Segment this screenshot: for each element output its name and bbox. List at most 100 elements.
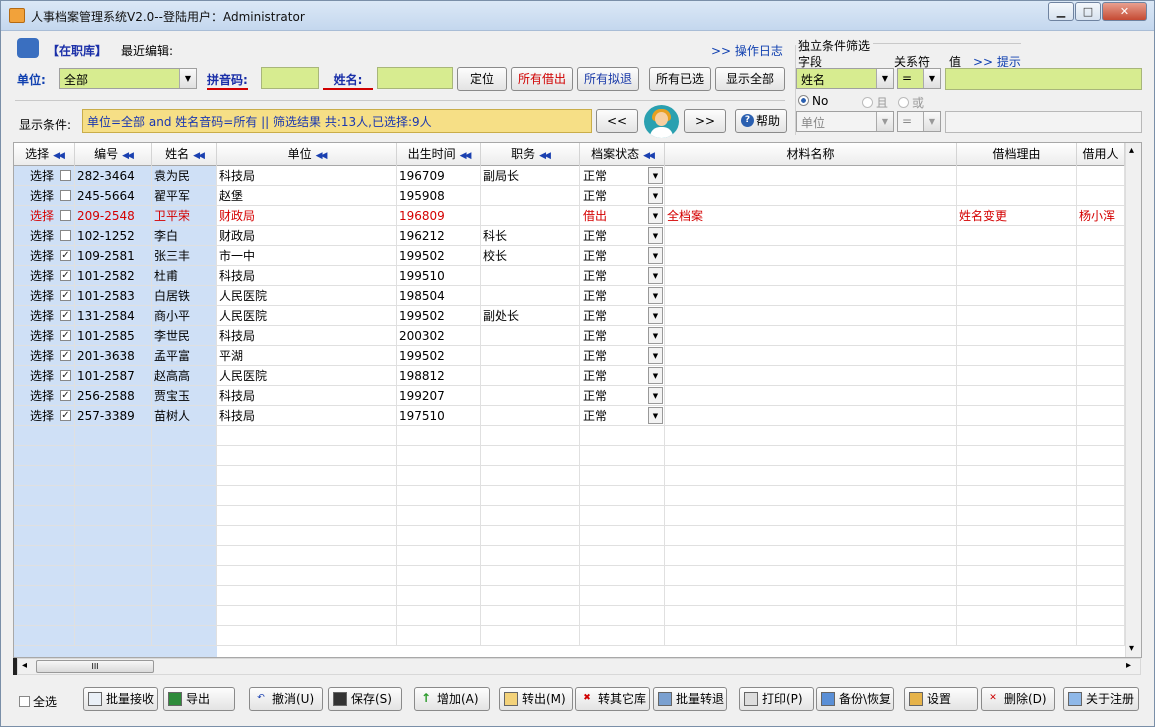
- scroll-thumb[interactable]: III: [36, 660, 154, 673]
- filter-field-select[interactable]: 姓名 ▼: [796, 68, 894, 89]
- filter-value-input[interactable]: [945, 68, 1142, 90]
- table-row[interactable]: [14, 526, 1125, 546]
- minimize-button[interactable]: ▁: [1048, 2, 1074, 21]
- cell-status[interactable]: 正常 ▼: [580, 246, 665, 266]
- filter-value2-input[interactable]: [945, 111, 1142, 133]
- table-row[interactable]: [14, 626, 1125, 646]
- cell-sel[interactable]: [14, 586, 75, 606]
- cell-status[interactable]: 正常 ▼: [580, 346, 665, 366]
- scroll-up-icon[interactable]: ▴: [1129, 145, 1134, 156]
- cell-sel[interactable]: 选择 ✓: [14, 306, 75, 326]
- status-dropdown-icon[interactable]: ▼: [648, 327, 663, 344]
- status-dropdown-icon[interactable]: ▼: [648, 367, 663, 384]
- about-register-button[interactable]: 关于注册: [1063, 687, 1139, 711]
- sort-arrow-icon[interactable]: ◀◀: [539, 151, 551, 161]
- status-dropdown-icon[interactable]: ▼: [648, 347, 663, 364]
- cell-sel[interactable]: [14, 606, 75, 626]
- scroll-left-icon[interactable]: ◂: [22, 660, 27, 671]
- add-button[interactable]: ↑ 增加(A): [414, 687, 490, 711]
- cell-sel[interactable]: [14, 446, 75, 466]
- column-header-material[interactable]: 材料名称: [665, 143, 957, 166]
- cell-status[interactable]: [580, 486, 665, 506]
- all-retire-button[interactable]: 所有拟退: [577, 67, 639, 91]
- sort-arrow-icon[interactable]: ◀◀: [193, 151, 205, 161]
- name-input[interactable]: [377, 67, 453, 89]
- close-button[interactable]: ✕: [1102, 2, 1147, 21]
- scroll-right-icon[interactable]: ▸: [1126, 660, 1131, 671]
- cell-sel[interactable]: [14, 506, 75, 526]
- status-dropdown-icon[interactable]: ▼: [648, 227, 663, 244]
- cell-status[interactable]: [580, 546, 665, 566]
- cell-status[interactable]: [580, 566, 665, 586]
- filter-relation-select[interactable]: = ▼: [897, 68, 941, 89]
- cell-status[interactable]: [580, 586, 665, 606]
- settings-button[interactable]: 设置: [904, 687, 978, 711]
- status-dropdown-icon[interactable]: ▼: [648, 247, 663, 264]
- table-row[interactable]: [14, 426, 1125, 446]
- cell-sel[interactable]: [14, 626, 75, 646]
- delete-button[interactable]: ✕ 删除(D): [981, 687, 1055, 711]
- cell-status[interactable]: 正常 ▼: [580, 266, 665, 286]
- maximize-button[interactable]: □: [1075, 2, 1101, 21]
- table-row[interactable]: 选择 ✓ 101-2582 杜甫 科技局 199510 正常 ▼: [14, 266, 1125, 286]
- next-button[interactable]: >>: [684, 109, 726, 133]
- radio-no[interactable]: No: [798, 94, 828, 108]
- filter-relation2-select[interactable]: = ▼: [897, 111, 941, 132]
- row-checkbox[interactable]: ✓: [60, 370, 71, 381]
- table-row[interactable]: 选择 209-2548 卫平荣 财政局 196809 借出 ▼ 全档案 姓名变更 杨小浑: [14, 206, 1125, 226]
- all-borrowed-button[interactable]: 所有借出: [511, 67, 573, 91]
- column-header-name[interactable]: 姓名 ◀◀: [152, 143, 217, 166]
- help-button[interactable]: ? 帮助: [735, 109, 787, 133]
- cell-sel[interactable]: [14, 566, 75, 586]
- row-checkbox[interactable]: [60, 170, 71, 181]
- row-checkbox[interactable]: ✓: [60, 290, 71, 301]
- row-checkbox[interactable]: ✓: [60, 270, 71, 281]
- table-row[interactable]: [14, 546, 1125, 566]
- batch-receive-button[interactable]: 批量接收: [83, 687, 158, 711]
- operation-log-link[interactable]: >> 操作日志: [711, 42, 783, 59]
- pinyin-input[interactable]: [261, 67, 319, 89]
- sort-arrow-icon[interactable]: ◀◀: [316, 151, 328, 161]
- status-dropdown-icon[interactable]: ▼: [648, 267, 663, 284]
- print-button[interactable]: 打印(P): [739, 687, 814, 711]
- radio-and[interactable]: 且: [862, 94, 888, 111]
- table-row[interactable]: 选择 245-5664 翟平军 赵堡 195908 正常 ▼: [14, 186, 1125, 206]
- cell-sel[interactable]: 选择 ✓: [14, 246, 75, 266]
- column-header-unit[interactable]: 单位 ◀◀: [217, 143, 397, 166]
- cell-sel[interactable]: 选择 ✓: [14, 326, 75, 346]
- transfer-other-button[interactable]: ✖ 转其它库: [575, 687, 650, 711]
- cell-status[interactable]: 正常 ▼: [580, 366, 665, 386]
- row-checkbox[interactable]: ✓: [60, 390, 71, 401]
- cell-status[interactable]: 正常 ▼: [580, 286, 665, 306]
- column-header-status[interactable]: 档案状态 ◀◀: [580, 143, 665, 166]
- status-dropdown-icon[interactable]: ▼: [648, 387, 663, 404]
- row-checkbox[interactable]: ✓: [60, 250, 71, 261]
- column-header-borrower[interactable]: 借用人: [1077, 143, 1125, 166]
- cell-status[interactable]: 正常 ▼: [580, 166, 665, 186]
- cell-status[interactable]: [580, 466, 665, 486]
- vertical-scrollbar[interactable]: ▴ ▾: [1125, 143, 1141, 657]
- batch-retire-button[interactable]: 批量转退: [653, 687, 727, 711]
- table-row[interactable]: [14, 566, 1125, 586]
- column-header-title[interactable]: 职务 ◀◀: [481, 143, 580, 166]
- locate-button[interactable]: 定位: [457, 67, 507, 91]
- sort-arrow-icon[interactable]: ◀◀: [53, 151, 65, 161]
- row-checkbox[interactable]: [60, 190, 71, 201]
- cell-sel[interactable]: 选择: [14, 206, 75, 226]
- save-button[interactable]: 保存(S): [328, 687, 402, 711]
- cell-status[interactable]: [580, 626, 665, 646]
- cell-sel[interactable]: 选择 ✓: [14, 406, 75, 426]
- sort-arrow-icon[interactable]: ◀◀: [460, 151, 472, 161]
- status-dropdown-icon[interactable]: ▼: [648, 287, 663, 304]
- horizontal-scrollbar[interactable]: ◂ III ▸: [17, 658, 1141, 675]
- row-checkbox[interactable]: [60, 210, 71, 221]
- cell-sel[interactable]: [14, 466, 75, 486]
- cell-status[interactable]: [580, 606, 665, 626]
- all-selected-button[interactable]: 所有已选: [649, 67, 711, 91]
- prev-button[interactable]: <<: [596, 109, 638, 133]
- transfer-out-button[interactable]: 转出(M): [499, 687, 573, 711]
- undo-button[interactable]: ↶ 撤消(U): [249, 687, 323, 711]
- cell-status[interactable]: [580, 426, 665, 446]
- cell-sel[interactable]: 选择 ✓: [14, 266, 75, 286]
- row-checkbox[interactable]: ✓: [60, 330, 71, 341]
